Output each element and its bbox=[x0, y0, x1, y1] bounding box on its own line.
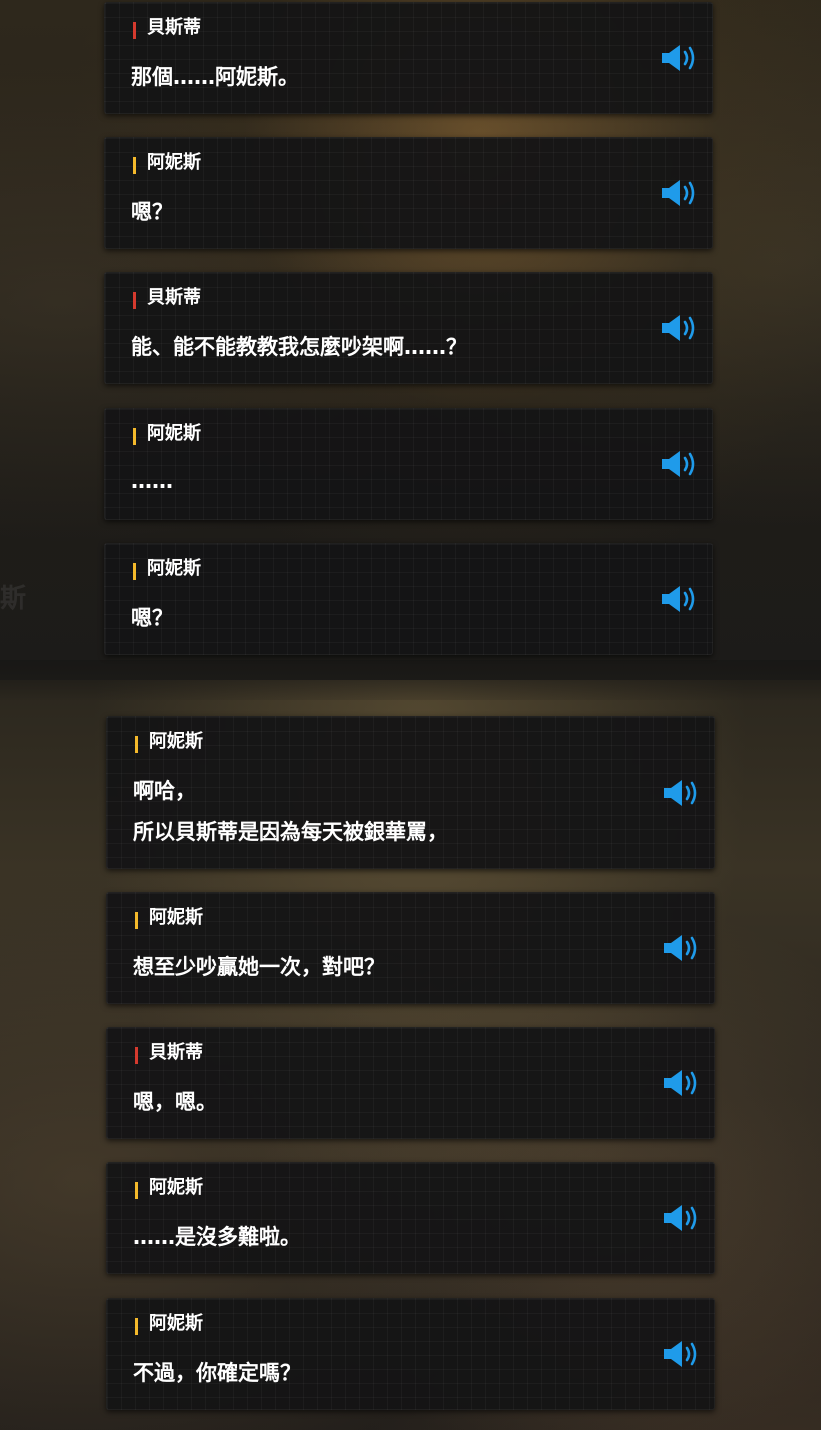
speaker-volume-icon[interactable] bbox=[663, 1068, 701, 1098]
dialogue-text: 不過，你確定嗎？ bbox=[133, 1361, 301, 1385]
speaker-accent-bar bbox=[135, 735, 138, 753]
speaker-tag: 阿妮斯 bbox=[135, 1177, 203, 1199]
speaker-accent-bar bbox=[133, 427, 136, 445]
speaker-tag: 阿妮斯 bbox=[133, 423, 201, 445]
dialogue-card: 阿妮斯 啊哈， 所以貝斯蒂是因為每天被銀華罵， bbox=[106, 716, 715, 869]
speaker-accent-bar bbox=[133, 291, 136, 309]
speaker-volume-icon[interactable] bbox=[661, 584, 699, 614]
speaker-accent-bar bbox=[133, 562, 136, 580]
speaker-accent-bar bbox=[135, 1046, 138, 1064]
speaker-accent-bar bbox=[135, 1181, 138, 1199]
dialogue-text: ……是沒多難啦。 bbox=[133, 1225, 301, 1249]
speaker-tag: 阿妮斯 bbox=[133, 152, 201, 174]
dialogue-text: 嗯？ bbox=[131, 606, 173, 630]
dialogue-text: 啊哈， bbox=[133, 779, 196, 803]
background-divider bbox=[0, 660, 821, 700]
dialogue-text: 那個……阿妮斯。 bbox=[131, 65, 299, 89]
dialogue-card: 貝斯蒂 能、能不能教教我怎麼吵架啊……？ bbox=[104, 272, 713, 384]
dialogue-card: 阿妮斯 …… bbox=[104, 408, 713, 520]
dialogue-card: 阿妮斯 嗯？ bbox=[104, 137, 713, 249]
speaker-tag: 貝斯蒂 bbox=[133, 287, 201, 309]
dialogue-card: 貝斯蒂 那個……阿妮斯。 bbox=[104, 2, 713, 114]
dialogue-text: …… bbox=[131, 469, 173, 493]
dialogue-card: 貝斯蒂 嗯，嗯。 bbox=[106, 1027, 715, 1139]
speaker-accent-bar bbox=[133, 21, 136, 39]
dialogue-card: 阿妮斯 嗯？ bbox=[104, 543, 713, 655]
speaker-volume-icon[interactable] bbox=[661, 178, 699, 208]
speaker-accent-bar bbox=[135, 911, 138, 929]
dialogue-text: 想至少吵贏她一次，對吧？ bbox=[133, 955, 385, 979]
speaker-tag: 阿妮斯 bbox=[135, 731, 203, 753]
speaker-volume-icon[interactable] bbox=[661, 313, 699, 343]
speaker-volume-icon[interactable] bbox=[663, 933, 701, 963]
speaker-volume-icon[interactable] bbox=[663, 778, 701, 808]
speaker-volume-icon[interactable] bbox=[663, 1203, 701, 1233]
speaker-name: 阿妮斯 bbox=[149, 1313, 203, 1334]
speaker-volume-icon[interactable] bbox=[661, 449, 699, 479]
speaker-name: 貝斯蒂 bbox=[147, 287, 201, 308]
speaker-tag: 貝斯蒂 bbox=[133, 17, 201, 39]
speaker-tag: 貝斯蒂 bbox=[135, 1042, 203, 1064]
speaker-name: 阿妮斯 bbox=[149, 1177, 203, 1198]
speaker-tag: 阿妮斯 bbox=[135, 1313, 203, 1335]
speaker-accent-bar bbox=[135, 1317, 138, 1335]
speaker-accent-bar bbox=[133, 156, 136, 174]
speaker-volume-icon[interactable] bbox=[663, 1339, 701, 1369]
dialogue-card: 阿妮斯 不過，你確定嗎？ bbox=[106, 1298, 715, 1410]
speaker-name: 阿妮斯 bbox=[147, 423, 201, 444]
dialogue-text: 嗯，嗯。 bbox=[133, 1090, 217, 1114]
dialogue-text: 能、能不能教教我怎麼吵架啊……？ bbox=[131, 335, 467, 359]
speaker-name: 貝斯蒂 bbox=[149, 1042, 203, 1063]
dialogue-text: 所以貝斯蒂是因為每天被銀華罵， bbox=[133, 820, 448, 844]
dialogue-text: 嗯？ bbox=[131, 200, 173, 224]
background-side-text: 斯 bbox=[0, 584, 29, 614]
speaker-name: 阿妮斯 bbox=[149, 731, 203, 752]
speaker-volume-icon[interactable] bbox=[661, 43, 699, 73]
speaker-tag: 阿妮斯 bbox=[133, 558, 201, 580]
dialogue-card: 阿妮斯 想至少吵贏她一次，對吧？ bbox=[106, 892, 715, 1004]
speaker-tag: 阿妮斯 bbox=[135, 907, 203, 929]
speaker-name: 阿妮斯 bbox=[149, 907, 203, 928]
speaker-name: 阿妮斯 bbox=[147, 152, 201, 173]
speaker-name: 阿妮斯 bbox=[147, 558, 201, 579]
dialogue-card: 阿妮斯 ……是沒多難啦。 bbox=[106, 1162, 715, 1274]
speaker-name: 貝斯蒂 bbox=[147, 17, 201, 38]
